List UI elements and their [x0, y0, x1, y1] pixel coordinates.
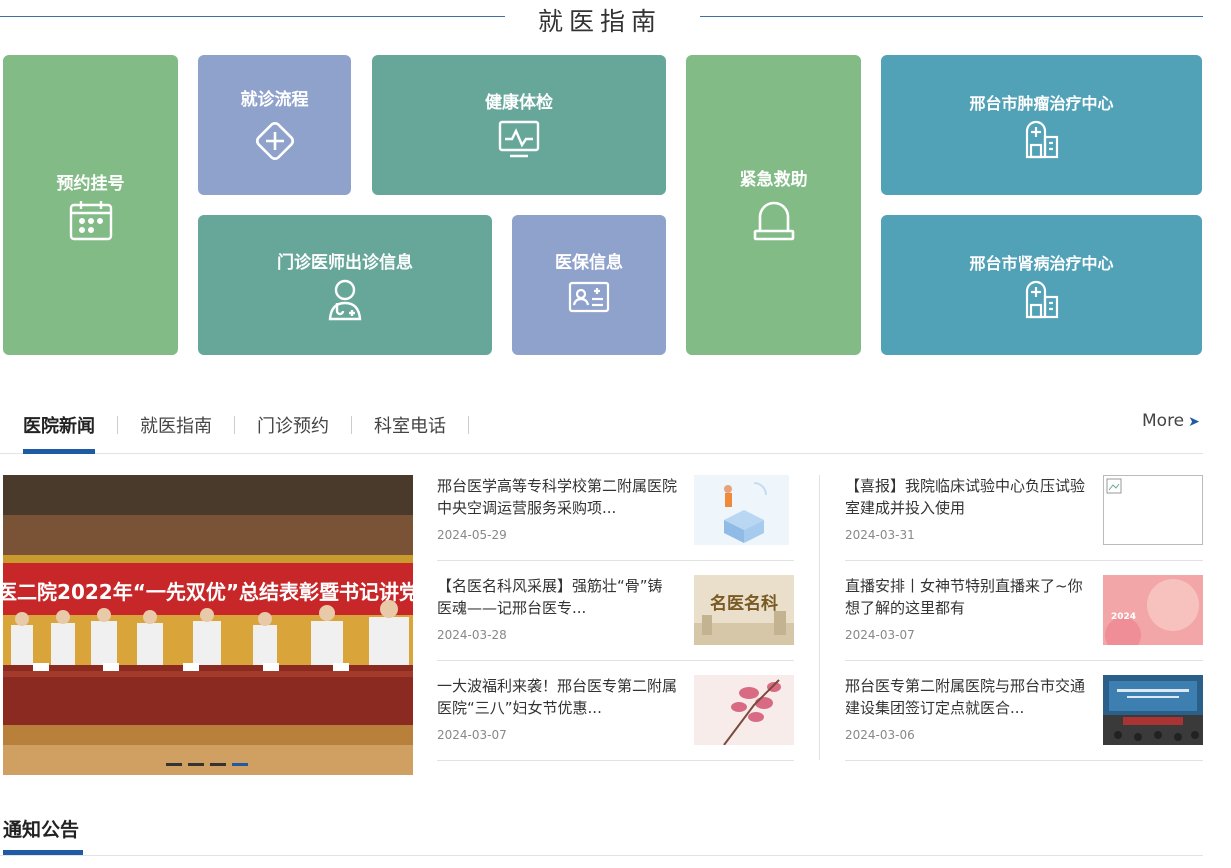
notice-title-indicator [3, 850, 83, 855]
carousel-dot[interactable] [166, 763, 182, 766]
monitor-icon [498, 120, 540, 158]
news-carousel[interactable]: 邢医二院2022年“一先双优”总结表彰暨书记讲党课 [3, 475, 413, 775]
header-line-right [700, 16, 1203, 17]
tab-outpatient-booking[interactable]: 门诊预约 [257, 412, 329, 438]
carousel-dot[interactable] [210, 763, 226, 766]
doctor-icon [328, 279, 362, 321]
notice-section-title[interactable]: 通知公告 [3, 815, 79, 842]
news-divider [437, 660, 794, 661]
tile-insurance-label: 医保信息 [555, 253, 623, 273]
carousel-dots [166, 763, 248, 766]
tile-appointment-label: 预约挂号 [56, 174, 125, 194]
tabs-divider-line [0, 453, 1203, 454]
medical-cross-icon [255, 121, 294, 161]
tile-emergency[interactable]: 紧急救助 [686, 55, 861, 355]
news-thumbnail [694, 475, 789, 545]
tile-process[interactable]: 就诊流程 [198, 55, 351, 195]
more-label: More [1142, 411, 1185, 431]
news-tabs: 医院新闻 就医指南 门诊预约 科室电话 [23, 410, 491, 440]
tab-hospital-news[interactable]: 医院新闻 [23, 412, 95, 438]
carousel-dot[interactable] [188, 763, 204, 766]
news-thumbnail [1103, 675, 1203, 745]
tab-medical-guide[interactable]: 就医指南 [140, 412, 212, 438]
calendar-icon [69, 201, 112, 241]
news-divider [845, 660, 1203, 661]
news-divider [845, 560, 1203, 561]
thumb-year: 2024 [1111, 612, 1136, 622]
news-date: 2024-05-29 [437, 528, 507, 542]
tab-divider [351, 416, 352, 434]
news-thumbnail: 2024 [1103, 575, 1203, 645]
broken-image-icon [1106, 478, 1122, 494]
news-title: 邢台医学高等专科学校第二附属医院中央空调运营服务采购项... [437, 477, 678, 517]
news-title: 【喜报】我院临床试验中心负压试验室建成并投入使用 [845, 477, 1086, 517]
tile-kidney-center[interactable]: 邢台市肾病治疗中心 [881, 215, 1202, 355]
news-date: 2024-03-06 [845, 728, 915, 742]
news-title: 直播安排丨女神节特别直播来了~你想了解的这里都有 [845, 577, 1083, 617]
banner-text: 邢医二院2022年“一先双优”总结表彰暨书记讲党课 [3, 580, 413, 604]
thumb-calligraphy: 名医名科 [710, 593, 778, 614]
notice-divider-line [0, 855, 1203, 856]
news-item[interactable]: 邢台医专第二附属医院与邢台市交通建设集团签订定点就医合... 2024-03-0… [845, 675, 1203, 755]
news-divider [437, 560, 794, 561]
thumbnail-illustration: 名医名科 [694, 575, 794, 645]
news-thumbnail: 名医名科 [694, 575, 794, 645]
news-item[interactable]: 一大波福利来袭！邢台医专第二附属医院“三八”妇女节优惠... 2024-03-0… [437, 675, 794, 755]
tile-doctor-schedule[interactable]: 门诊医师出诊信息 [198, 215, 492, 355]
tile-emergency-label: 紧急救助 [739, 170, 808, 190]
tile-checkup-label: 健康体检 [485, 93, 553, 113]
tile-process-label: 就诊流程 [240, 90, 309, 110]
tile-tumor-center[interactable]: 邢台市肿瘤治疗中心 [881, 55, 1202, 195]
news-divider [437, 760, 794, 761]
tab-divider [234, 416, 235, 434]
tile-appointment[interactable]: 预约挂号 [3, 55, 178, 355]
news-date: 2024-03-07 [845, 628, 915, 642]
news-title: 一大波福利来袭！邢台医专第二附属医院“三八”妇女节优惠... [437, 677, 678, 717]
news-item[interactable]: 【名医名科风采展】强筋壮“骨”铸医魂——记邢台医专... 2024-03-28 … [437, 575, 794, 655]
news-title: 邢台医专第二附属医院与邢台市交通建设集团签订定点就医合... [845, 677, 1086, 717]
tile-tumor-center-label: 邢台市肿瘤治疗中心 [969, 94, 1114, 113]
thumbnail-illustration [1103, 675, 1203, 745]
news-item[interactable]: 邢台医学高等专科学校第二附属医院中央空调运营服务采购项... 2024-05-2… [437, 475, 794, 555]
tile-doctor-schedule-label: 门诊医师出诊信息 [277, 253, 413, 273]
more-link[interactable]: More ➤ [1142, 411, 1200, 431]
news-title: 【名医名科风采展】强筋壮“骨”铸医魂——记邢台医专... [437, 577, 663, 617]
thumbnail-illustration: 2024 [1103, 575, 1203, 645]
news-thumbnail-broken [1103, 475, 1203, 545]
tile-kidney-center-label: 邢台市肾病治疗中心 [969, 254, 1114, 273]
section-title: 就医指南 [537, 7, 662, 36]
tile-checkup[interactable]: 健康体检 [372, 55, 666, 195]
hospital-building-icon [1025, 120, 1058, 159]
id-card-icon [568, 281, 610, 313]
carousel-photo: 邢医二院2022年“一先双优”总结表彰暨书记讲党课 [3, 475, 413, 775]
news-thumbnail [694, 675, 794, 745]
active-tab-indicator [23, 449, 95, 454]
thumbnail-illustration [694, 475, 789, 545]
header-line-left [0, 16, 505, 17]
hospital-building-icon [1025, 280, 1058, 319]
news-item[interactable]: 【喜报】我院临床试验中心负压试验室建成并投入使用 2024-03-31 [845, 475, 1203, 555]
news-date: 2024-03-31 [845, 528, 915, 542]
news-date: 2024-03-07 [437, 728, 507, 742]
arrow-right-icon: ➤ [1188, 414, 1200, 430]
column-divider [819, 475, 820, 760]
tab-department-phone[interactable]: 科室电话 [374, 412, 446, 438]
alarm-light-icon [753, 201, 794, 241]
tile-insurance[interactable]: 医保信息 [512, 215, 666, 355]
tab-divider [117, 416, 118, 434]
carousel-dot-active[interactable] [232, 763, 248, 766]
news-item[interactable]: 直播安排丨女神节特别直播来了~你想了解的这里都有 2024-03-07 2024 [845, 575, 1203, 655]
news-date: 2024-03-28 [437, 628, 507, 642]
thumbnail-illustration [694, 675, 794, 745]
tab-divider [468, 416, 469, 434]
news-divider [845, 760, 1203, 761]
